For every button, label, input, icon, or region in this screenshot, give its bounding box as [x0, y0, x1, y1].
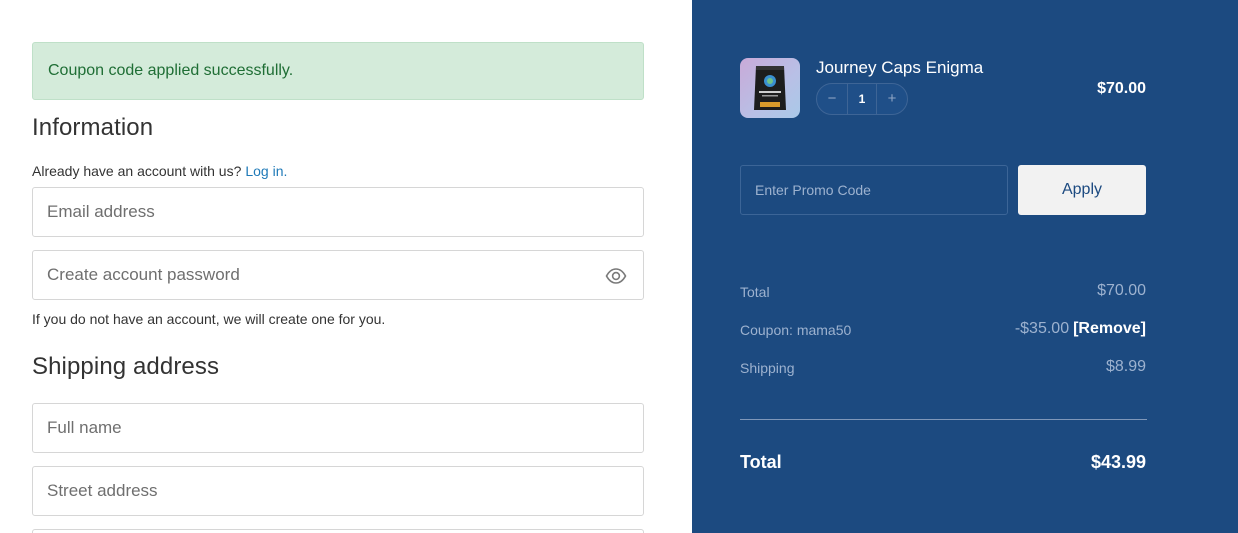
subtotal-value: $70.00	[1097, 282, 1146, 299]
account-prompt-text: Already have an account with us?	[32, 163, 242, 179]
decrement-button[interactable]: −	[817, 84, 847, 114]
apply-button[interactable]: Apply	[1018, 165, 1146, 215]
coupon-label: Coupon: mama50	[740, 322, 852, 338]
increment-button[interactable]: +	[877, 84, 907, 114]
full-name-input[interactable]	[33, 404, 643, 452]
shipping-heading: Shipping address	[32, 353, 220, 380]
password-input[interactable]	[33, 251, 643, 299]
order-summary-panel: Journey Caps Enigma − 1 + $70.00 Apply T…	[692, 0, 1238, 533]
street-address-field[interactable]	[32, 466, 644, 516]
next-address-field[interactable]	[32, 529, 644, 533]
quantity-stepper: − 1 +	[816, 83, 908, 115]
account-prompt: Already have an account with us? Log in.	[32, 163, 287, 179]
shipping-label: Shipping	[740, 360, 795, 376]
product-pouch-image	[754, 66, 786, 110]
quantity-value[interactable]: 1	[847, 84, 877, 114]
remove-coupon-link[interactable]: [Remove]	[1073, 320, 1146, 337]
information-heading: Information	[32, 114, 154, 141]
coupon-value-group: -$35.00 [Remove]	[1015, 320, 1146, 338]
grand-total-value: $43.99	[1090, 452, 1146, 472]
summary-divider	[740, 419, 1147, 420]
email-input[interactable]	[33, 188, 643, 236]
checkout-form: Coupon code applied successfully. Inform…	[0, 0, 692, 533]
shipping-row: Shipping $8.99	[740, 358, 1146, 376]
account-hint: If you do not have an account, we will c…	[32, 311, 386, 327]
login-link[interactable]: Log in.	[245, 163, 287, 179]
subtotal-row: Total $70.00	[740, 282, 1146, 300]
grand-total-row: Total $43.99	[740, 452, 1146, 473]
shipping-value: $8.99	[1105, 358, 1146, 375]
product-thumbnail	[740, 58, 800, 118]
coupon-row: Coupon: mama50 -$35.00 [Remove]	[740, 320, 1146, 338]
subtotal-label: Total	[740, 284, 770, 300]
email-field[interactable]	[32, 187, 644, 237]
promo-code-input[interactable]	[741, 166, 1007, 214]
full-name-field[interactable]	[32, 403, 644, 453]
product-price: $70.00	[1097, 80, 1146, 97]
coupon-discount: -$35.00	[1014, 320, 1070, 337]
grand-total-label: Total	[740, 452, 782, 472]
eye-icon[interactable]	[605, 265, 627, 287]
promo-code-field[interactable]	[740, 165, 1008, 215]
product-name: Journey Caps Enigma	[816, 58, 984, 77]
password-field[interactable]	[32, 250, 644, 300]
coupon-success-alert: Coupon code applied successfully.	[32, 42, 644, 100]
street-address-input[interactable]	[33, 467, 643, 515]
